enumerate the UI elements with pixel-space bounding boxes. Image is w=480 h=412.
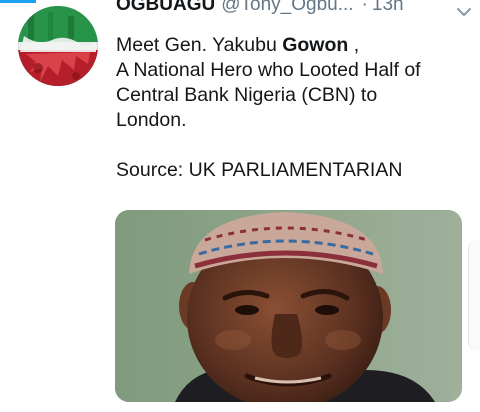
chevron-down-icon[interactable] bbox=[456, 6, 472, 18]
tweet-text: Meet Gen. Yakubu Gowon , A National Hero… bbox=[116, 33, 472, 183]
nigeria-flag-avatar-icon bbox=[18, 6, 98, 86]
tweet-text-line-3: Central Bank Nigeria (CBN) to bbox=[116, 84, 378, 106]
tweet-card[interactable]: OGBUAGU @Tony_Ogbu... · 13h Meet Gen. Ya… bbox=[0, 0, 480, 412]
text-fragment: Meet Gen. Yakubu bbox=[116, 34, 283, 56]
text-fragment: , bbox=[348, 34, 360, 56]
tweet-timestamp[interactable]: 13h bbox=[372, 0, 404, 16]
tweet-source-line: Source: UK PARLIAMENTARIAN bbox=[116, 159, 403, 181]
top-accent-bar bbox=[0, 0, 36, 3]
avatar[interactable] bbox=[18, 6, 98, 86]
separator-dot: · bbox=[361, 0, 368, 15]
tweet-media-photo[interactable] bbox=[115, 210, 462, 402]
portrait-photo-icon bbox=[115, 210, 462, 402]
bold-name: Gowon bbox=[282, 34, 349, 56]
display-name[interactable]: OGBUAGU bbox=[116, 0, 215, 16]
side-panel-edge bbox=[468, 240, 480, 350]
tweet-header: OGBUAGU @Tony_Ogbu... · 13h bbox=[116, 0, 468, 24]
user-handle[interactable]: @Tony_Ogbu... bbox=[221, 0, 353, 16]
tweet-text-line-4: London. bbox=[116, 109, 187, 131]
tweet-text-line-1: Meet Gen. Yakubu Gowon , bbox=[116, 33, 472, 58]
tweet-text-line-2: A National Hero who Looted Half of bbox=[116, 59, 421, 81]
